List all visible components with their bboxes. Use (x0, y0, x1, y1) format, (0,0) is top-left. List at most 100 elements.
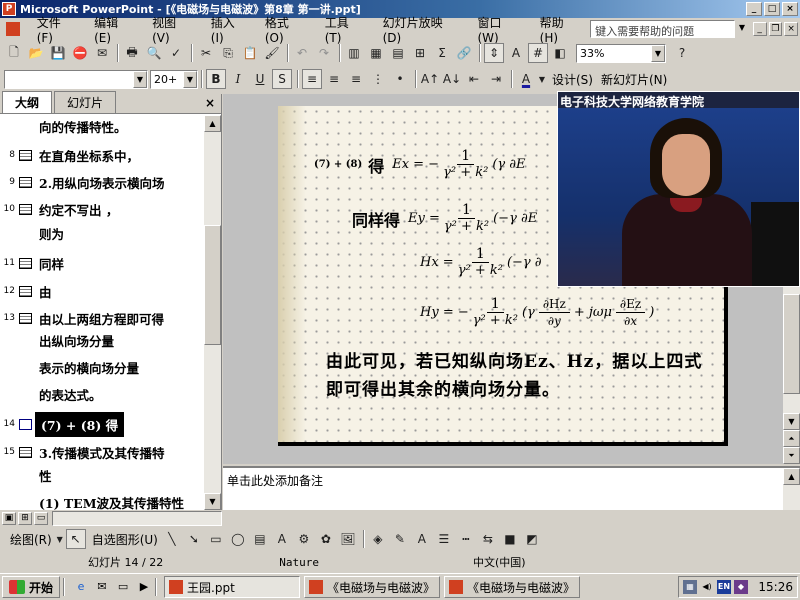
outline-list[interactable]: 向的传播特性。 8 在直角坐标系中， 9 2.用纵向场表示横向场 10 约定不写… (0, 115, 204, 511)
equation-hy[interactable]: Hy = − 1 γ² + k² (γ ∂Hz ∂y + jωμ ∂Ez ∂x … (420, 296, 654, 329)
document-icon[interactable] (6, 22, 20, 36)
minimize-button[interactable]: _ (746, 2, 762, 16)
font-name-select[interactable]: ▼ (4, 69, 148, 89)
scroll-up-icon[interactable]: ▲ (783, 468, 800, 485)
chevron-down-icon[interactable]: ▼ (538, 69, 546, 89)
oval-icon[interactable]: ◯ (228, 529, 248, 549)
powerpoint-icon[interactable]: P (2, 2, 16, 16)
list-item[interactable]: 10 约定不写出 ， (0, 198, 204, 220)
maximize-button[interactable]: □ (764, 2, 780, 16)
help-icon[interactable]: ? (672, 43, 692, 63)
insert-table-icon[interactable]: ▦ (366, 43, 386, 63)
bold-icon[interactable]: B (206, 69, 226, 89)
align-right-icon[interactable]: ≡ (346, 69, 366, 89)
list-item[interactable]: (1) TEM波及其传播特性 (0, 491, 204, 511)
spelling-icon[interactable]: ✓ (166, 43, 186, 63)
format-painter-icon[interactable]: 🖌 (262, 43, 282, 63)
equation-hx[interactable]: Hx = 1 γ² + k² (−γ ∂ (420, 246, 542, 279)
textbox-icon[interactable]: ▤ (250, 529, 270, 549)
clipart-icon[interactable]: ✿ (316, 529, 336, 549)
language-badge[interactable]: EN (717, 580, 731, 594)
font-size-select[interactable]: 20+ ▼ (150, 69, 198, 89)
align-left-icon[interactable]: ≡ (302, 69, 322, 89)
print-preview-icon[interactable]: 🔍 (144, 43, 164, 63)
chevron-down-icon[interactable]: ▼ (133, 70, 147, 88)
list-item[interactable]: 出纵向场分量 (0, 329, 204, 351)
shadow-icon[interactable]: S (272, 69, 292, 89)
wordart-icon[interactable]: A (272, 529, 292, 549)
email-icon[interactable]: ✉ (92, 43, 112, 63)
scroll-down-icon[interactable]: ▼ (783, 413, 800, 430)
doc-close-button[interactable]: × (784, 22, 798, 36)
list-item-selected[interactable]: 14 (7) + (8) 得 (0, 411, 204, 437)
bullets-icon[interactable]: • (390, 69, 410, 89)
insert-diagram-icon[interactable]: ⊞ (410, 43, 430, 63)
decrease-font-icon[interactable]: A↓ (442, 69, 462, 89)
equation-ey[interactable]: 同样得 Ey = 1 γ² + k² (−γ ∂E (352, 202, 537, 235)
insert-chart-icon[interactable]: ▥ (344, 43, 364, 63)
list-item[interactable]: 性 (0, 464, 204, 486)
tab-slides[interactable]: 幻灯片 (54, 91, 117, 113)
open-icon[interactable]: 📂 (26, 43, 46, 63)
list-item[interactable]: 的表达式。 (0, 383, 204, 405)
italic-icon[interactable]: I (228, 69, 248, 89)
line-icon[interactable]: ╲ (162, 529, 182, 549)
chevron-down-icon[interactable]: ▼ (183, 70, 197, 88)
cut-icon[interactable]: ✂ (196, 43, 216, 63)
increase-font-icon[interactable]: A↑ (420, 69, 440, 89)
chevron-down-icon[interactable]: ▼ (651, 44, 665, 62)
arrow-style-icon[interactable]: ⇆ (478, 529, 498, 549)
design-button[interactable]: 设计(S) (548, 71, 597, 88)
line-color-icon[interactable]: ✎ (390, 529, 410, 549)
sum-icon[interactable]: Σ (432, 43, 452, 63)
task-emf-waves-1[interactable]: 《电磁场与电磁波》 (304, 576, 441, 598)
scroll-down-icon[interactable]: ▼ (204, 493, 221, 510)
align-center-icon[interactable]: ≡ (324, 69, 344, 89)
scroll-up-icon[interactable]: ▲ (204, 115, 221, 132)
network-icon[interactable]: ▦ (683, 580, 697, 594)
slideshow-icon[interactable]: ▭ (34, 512, 48, 525)
diagram-icon[interactable]: ⚙ (294, 529, 314, 549)
arrow-icon[interactable]: ➘ (184, 529, 204, 549)
start-button[interactable]: 开始 (2, 576, 61, 598)
task-wangyuan-ppt[interactable]: 王园.ppt (164, 576, 301, 598)
paste-icon[interactable]: 📋 (240, 43, 260, 63)
help-question-input[interactable]: 键入需要帮助的问题 (590, 20, 736, 38)
picture-icon[interactable]: 🖼 (338, 529, 358, 549)
clock[interactable]: 15:26 (758, 580, 793, 594)
list-item[interactable]: 9 2.用纵向场表示横向场 (0, 171, 204, 193)
scroll-thumb[interactable] (204, 225, 221, 345)
help-dropdown-icon[interactable]: ▼ (735, 20, 749, 38)
media-player-icon[interactable]: ▶ (136, 579, 152, 595)
3d-style-icon[interactable]: ◩ (522, 529, 542, 549)
dash-style-icon[interactable]: ┅ (456, 529, 476, 549)
close-icon[interactable]: × (205, 96, 215, 110)
tab-outline[interactable]: 大纲 (2, 91, 53, 113)
list-item[interactable]: 8 在直角坐标系中， (0, 144, 204, 166)
select-pointer-icon[interactable]: ↖ (65, 529, 86, 549)
normal-view-icon[interactable]: ▣ (2, 512, 16, 525)
new-slide-button[interactable]: 新幻灯片(N) (597, 71, 671, 88)
ime-icon[interactable]: ◆ (734, 580, 748, 594)
save-icon[interactable]: 💾 (48, 43, 68, 63)
tables-borders-icon[interactable]: ▤ (388, 43, 408, 63)
notes-scrollbar[interactable]: ▲ (783, 468, 800, 510)
font-color-icon[interactable]: A (516, 69, 536, 89)
previous-slide-icon[interactable]: ⏶ (783, 430, 800, 447)
fill-color-icon[interactable]: ◈ (368, 529, 388, 549)
autoshapes-button[interactable]: 自选图形(U) (88, 531, 162, 548)
list-item[interactable]: 向的传播特性。 (0, 115, 204, 137)
slide-sorter-icon[interactable]: ⊞ (18, 512, 32, 525)
rectangle-icon[interactable]: ▭ (206, 529, 226, 549)
outlook-icon[interactable]: ✉ (94, 579, 110, 595)
print-icon[interactable]: 🖶 (122, 43, 142, 63)
outline-scrollbar[interactable]: ▲ ▼ (204, 115, 221, 510)
increase-indent-icon[interactable]: ⇥ (486, 69, 506, 89)
expand-all-icon[interactable]: ⇕ (484, 43, 504, 63)
decrease-indent-icon[interactable]: ⇤ (464, 69, 484, 89)
list-item[interactable]: 表示的横向场分量 (0, 356, 204, 378)
show-formatting-icon[interactable]: A (506, 43, 526, 63)
list-item[interactable]: 13 由以上两组方程即可得 (0, 307, 204, 329)
outline-hscrollbar[interactable] (52, 511, 222, 526)
task-emf-waves-2[interactable]: 《电磁场与电磁波》 (444, 576, 581, 598)
